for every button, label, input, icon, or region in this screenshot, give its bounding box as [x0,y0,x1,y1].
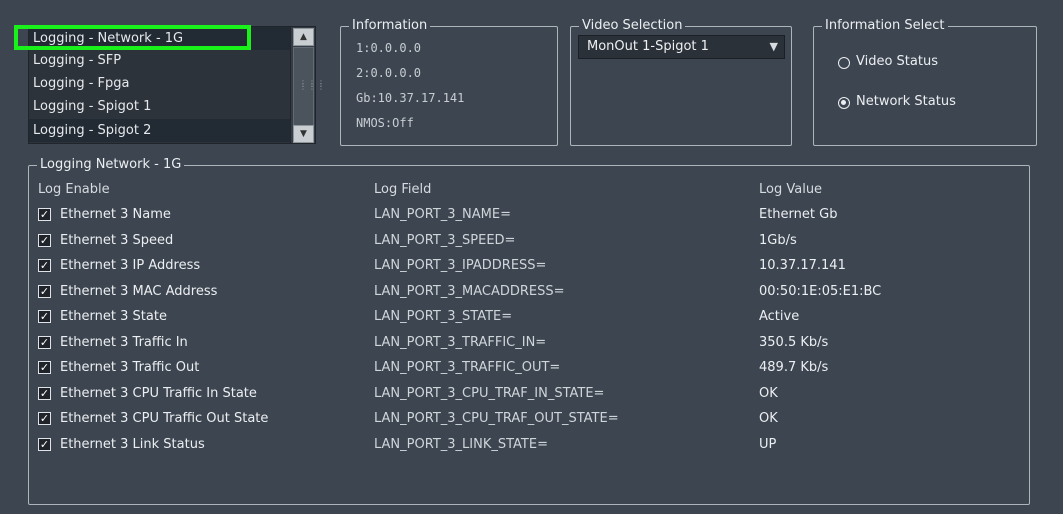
log-name: Ethernet 3 IP Address [60,258,201,273]
information-group: Information 1:0.0.0.0 2:0.0.0.0 Gb:10.37… [340,18,558,146]
log-enable-checkbox[interactable]: ✓ [38,437,51,451]
log-enable-checkbox[interactable]: ✓ [38,208,51,221]
log-value: Ethernet Gb [759,207,838,222]
log-name: Ethernet 3 State [60,309,167,324]
radio-network-status[interactable] [838,97,850,109]
logging-panel-title: Logging Network - 1G [37,157,185,173]
video-select-value: MonOut 1-Spigot 1 [587,39,709,54]
log-enable-checkbox[interactable]: ✓ [38,412,51,425]
log-field: LAN_PORT_3_CPU_TRAF_OUT_STATE= [374,411,619,426]
list-item[interactable]: Logging - Spigot 1 [29,95,291,118]
table-row: ✓ Ethernet 3 Traffic In LAN_PORT_3_TRAFFIC… [0,333,1063,357]
log-field: LAN_PORT_3_SPEED= [374,232,516,248]
log-field: LAN_PORT_3_LINK_STATE= [374,436,548,452]
scroll-down-icon[interactable]: ▼ [293,125,314,143]
log-enable-checkbox[interactable]: ✓ [38,361,51,374]
log-name: Ethernet 3 CPU Traffic In State [60,385,257,401]
table-row: ✓ Ethernet 3 MAC Address LAN_PORT_3_MACADD… [0,282,1063,306]
table-row: ✓ Ethernet 3 Link Status LAN_PORT_3_LINK_S… [0,435,1063,459]
info-line: 1:0.0.0.0 [356,41,422,55]
video-selection-title: Video Selection [579,18,686,34]
information-title: Information [349,18,431,34]
log-name: Ethernet 3 Traffic Out [60,360,200,375]
table-row: ✓ Ethernet 3 Traffic Out LAN_PORT_3_TRAFFI… [0,358,1063,382]
list-scrollbar[interactable]: ▲ ⋮⋮⋮ ⋮⋮⋮ ▼ [290,27,326,143]
log-value: 10.37.17.141 [759,258,846,273]
table-row: ✓ Ethernet 3 Name LAN_PORT_3_NAME= Ethernet… [0,205,1063,229]
log-field: LAN_PORT_3_IPADDRESS= [374,258,547,273]
info-line: 2:0.0.0.0 [356,66,422,80]
table-row: ✓ Ethernet 3 IP Address LAN_PORT_3_IPADDRE… [0,256,1063,280]
log-value: 1Gb/s [759,232,797,248]
log-value: 350.5 Kb/s [759,334,829,350]
log-enable-checkbox[interactable]: ✓ [38,386,51,400]
log-name: Ethernet 3 Link Status [60,436,205,452]
video-select-dropdown[interactable]: MonOut 1-Spigot 1 ▼ [578,35,785,59]
info-line: NMOS:Off [356,116,414,130]
log-field: LAN_PORT_3_MACADDRESS= [374,283,565,299]
log-value: 489.7 Kb/s [759,360,829,375]
log-name: Ethernet 3 Traffic In [60,334,188,350]
log-name: Ethernet 3 Speed [60,232,174,248]
info-line: Gb:10.37.17.141 [356,91,465,105]
list-item[interactable]: Logging - Network - 1G [29,27,291,50]
scroll-thumb[interactable]: ⋮⋮⋮ ⋮⋮⋮ [293,47,326,126]
log-value: OK [759,411,778,426]
information-select-group: Information Select [813,18,1037,146]
table-row: ✓ Ethernet 3 CPU Traffic In State LAN_PORT… [0,384,1063,408]
list-item[interactable]: Logging - SFP [29,49,291,72]
log-field: LAN_PORT_3_TRAFFIC_OUT= [374,360,561,375]
log-value: Active [759,309,800,324]
scroll-up-icon[interactable]: ▲ [293,28,314,46]
log-field: LAN_PORT_3_NAME= [374,207,511,222]
radio-video-status[interactable] [838,57,850,69]
log-name: Ethernet 3 Name [60,207,171,222]
log-list[interactable]: Logging - Network - 1G Logging - SFP Log… [28,26,326,144]
log-enable-checkbox[interactable]: ✓ [38,259,51,272]
grip-icon: ⋮⋮⋮ ⋮⋮⋮ [299,79,326,91]
table-row: ✓ Ethernet 3 CPU Traffic Out State LAN_POR… [0,409,1063,433]
table-row: ✓ Ethernet 3 State LAN_PORT_3_STATE= Active [0,307,1063,331]
log-enable-checkbox[interactable]: ✓ [38,310,51,323]
radio-label[interactable]: Video Status [856,54,938,69]
header-log-enable: Log Enable [38,182,110,197]
log-field: LAN_PORT_3_STATE= [374,309,513,324]
chevron-down-icon: ▼ [769,40,778,53]
information-select-title: Information Select [822,18,948,34]
log-value: 00:50:1E:05:E1:BC [759,283,882,299]
list-item[interactable]: Logging - Spigot 2 [29,119,291,142]
log-field: LAN_PORT_3_CPU_TRAF_IN_STATE= [374,385,605,401]
log-value: UP [759,436,777,452]
log-name: Ethernet 3 CPU Traffic Out State [60,411,269,426]
log-field: LAN_PORT_3_TRAFFIC_IN= [374,334,547,350]
list-item[interactable]: Logging - Fpga [29,72,291,95]
header-log-field: Log Field [374,182,432,197]
log-enable-checkbox[interactable]: ✓ [38,284,51,298]
table-row: ✓ Ethernet 3 Speed LAN_PORT_3_SPEED= 1Gb/s [0,231,1063,255]
log-value: OK [759,385,778,401]
radio-label[interactable]: Network Status [856,94,956,109]
log-name: Ethernet 3 MAC Address [60,283,218,299]
header-log-value: Log Value [759,182,823,197]
log-enable-checkbox[interactable]: ✓ [38,335,51,349]
log-enable-checkbox[interactable]: ✓ [38,233,51,247]
